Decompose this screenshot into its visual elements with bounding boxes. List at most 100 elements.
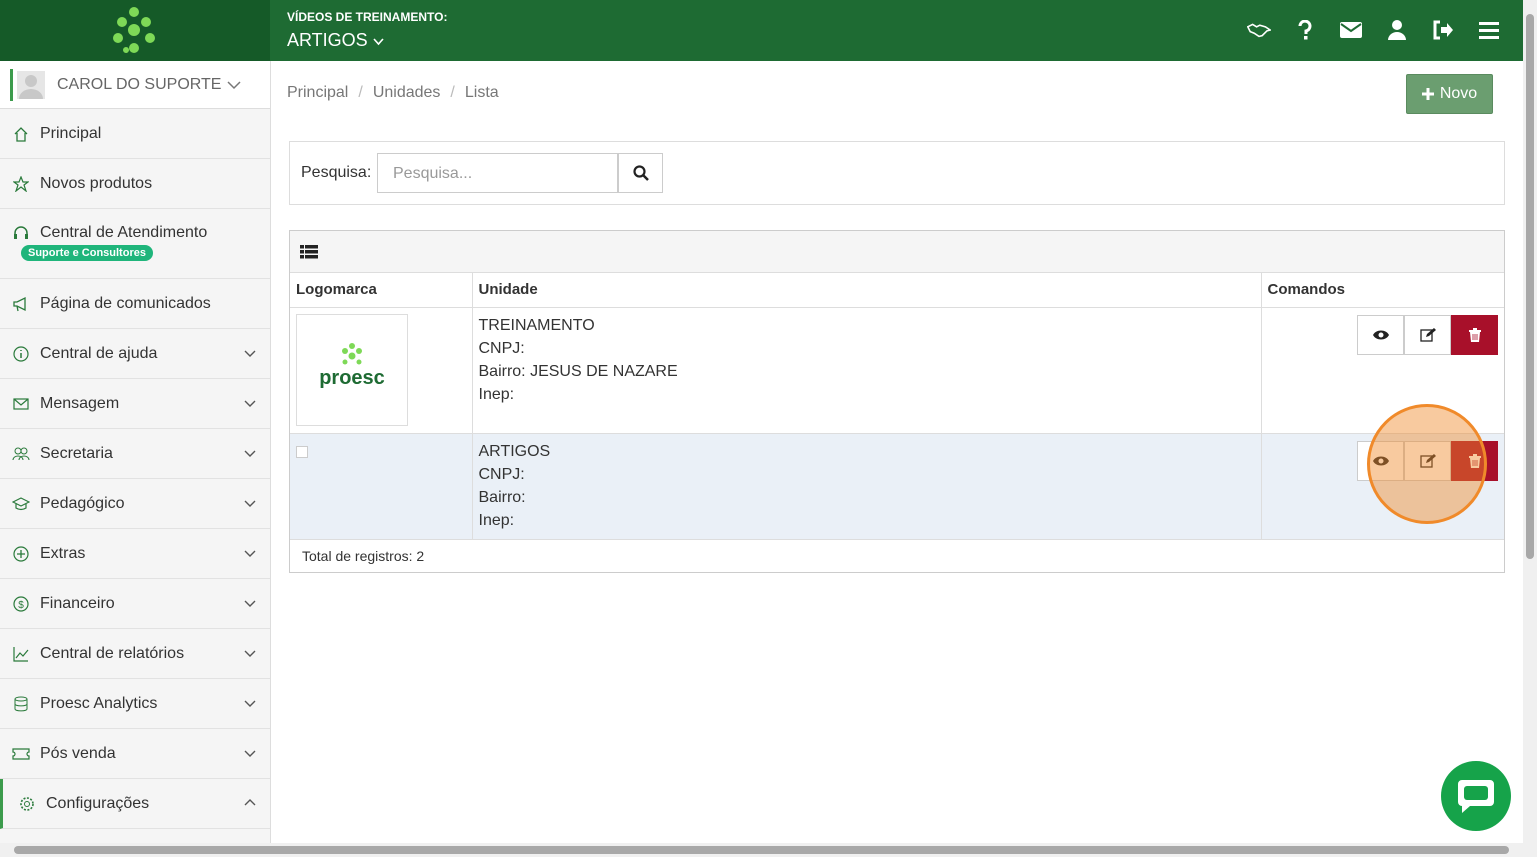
svg-text:proesc: proesc: [319, 367, 385, 389]
unit-selector[interactable]: ARTIGOS: [287, 30, 384, 51]
edit-button[interactable]: [1404, 314, 1451, 355]
headset-icon: [12, 224, 30, 242]
user-icon[interactable]: [1385, 16, 1409, 44]
sidebar-item-label: Central de Atendimento: [40, 224, 208, 241]
chat-icon: [1458, 780, 1494, 813]
plus-circle-icon: [12, 545, 30, 563]
new-button[interactable]: Novo: [1406, 74, 1493, 114]
sidebar-item-extras[interactable]: Extras: [0, 529, 270, 579]
sidebar-item-principal[interactable]: Principal: [0, 109, 270, 159]
broken-image-icon: [296, 445, 308, 458]
delete-button[interactable]: [1451, 314, 1498, 355]
sidebar-item-label: Financeiro: [40, 594, 115, 612]
sidebar-item-label: Mensagem: [40, 394, 120, 412]
breadcrumb-principal[interactable]: Principal: [287, 84, 348, 102]
sidebar-item-secretaria[interactable]: Secretaria: [0, 429, 270, 479]
dollar-icon: $: [12, 595, 30, 613]
search-button[interactable]: [618, 153, 663, 193]
trash-icon: [1468, 327, 1481, 342]
handshake-icon[interactable]: [1247, 16, 1271, 44]
unit-cell: ARTIGOS CNPJ: Bairro: Inep:: [472, 433, 1262, 540]
sidebar-item-pos-venda[interactable]: Pós venda: [0, 729, 270, 779]
help-icon[interactable]: [1293, 16, 1317, 44]
sidebar-item-configuracoes[interactable]: Configurações: [0, 779, 270, 829]
breadcrumb-separator: /: [358, 84, 363, 101]
unit-inep: Inep:: [478, 511, 515, 529]
sidebar-item-analytics[interactable]: Proesc Analytics: [0, 679, 270, 729]
proesc-logo-icon[interactable]: [108, 6, 160, 56]
user-name: CAROL DO SUPORTE: [57, 75, 222, 93]
chevron-down-icon: [244, 700, 256, 707]
sidebar-item-label: Extras: [40, 544, 86, 562]
sidebar-item-comunicados[interactable]: Página de comunicados: [0, 279, 270, 329]
user-menu[interactable]: CAROL DO SUPORTE: [0, 61, 270, 109]
column-header: Comandos: [1261, 273, 1504, 308]
sidebar-item-relatorios[interactable]: Central de relatórios: [0, 629, 270, 679]
sidebar-item-label: Pós venda: [40, 744, 116, 762]
unit-bairro: Bairro:: [478, 488, 526, 506]
column-header: Unidade: [472, 273, 1262, 308]
sidebar-item-label: Central de ajuda: [40, 344, 158, 362]
people-icon: [12, 445, 30, 463]
breadcrumb-unidades[interactable]: Unidades: [373, 84, 441, 102]
breadcrumb-separator: /: [450, 84, 455, 101]
logo-cell: [290, 433, 473, 540]
top-bar: VÍDEOS DE TREINAMENTO: ARTIGOS: [0, 0, 1523, 61]
sidebar-item-label: Novos produtos: [40, 174, 153, 192]
list-header: [290, 231, 1504, 273]
svg-text:$: $: [18, 600, 24, 611]
sidebar-item-label: Proesc Analytics: [40, 694, 158, 712]
support-badge: Suporte e Consultores: [21, 245, 153, 261]
unit-name: TREINAMENTO: [478, 316, 595, 334]
sidebar-item-novos-produtos[interactable]: Novos produtos: [0, 159, 270, 209]
logout-icon[interactable]: [1431, 16, 1455, 44]
sidebar-item-label: Secretaria: [40, 444, 113, 462]
unit-cnpj: CNPJ:: [478, 465, 525, 483]
mail-icon[interactable]: [1339, 16, 1363, 44]
unit-cell: TREINAMENTO CNPJ: Bairro: JESUS DE NAZAR…: [472, 307, 1262, 434]
menu-icon[interactable]: [1477, 16, 1501, 44]
sidebar-item-label: Configurações: [46, 794, 150, 812]
column-header: Logomarca: [290, 273, 473, 308]
units-table: Logomarca Unidade Comandos proesc TREINA…: [290, 273, 1504, 540]
logo-area[interactable]: [0, 0, 270, 61]
table-row: proesc TREINAMENTO CNPJ: Bairro: JESUS D…: [290, 307, 1504, 434]
chat-button[interactable]: [1441, 761, 1511, 831]
search-icon: [632, 165, 649, 181]
megaphone-icon: [12, 295, 30, 313]
sidebar-item-central-ajuda[interactable]: Central de ajuda: [0, 329, 270, 379]
star-icon: [12, 175, 30, 193]
vertical-scrollbar[interactable]: [1523, 0, 1537, 843]
chevron-down-icon: [373, 38, 384, 46]
ticket-icon: [12, 745, 30, 763]
chevron-down-icon: [244, 400, 256, 407]
home-icon: [12, 125, 30, 143]
proesc-logo-icon: proesc: [319, 342, 385, 389]
sidebar-item-mensagem[interactable]: Mensagem: [0, 379, 270, 429]
database-icon: [12, 695, 30, 713]
sidebar: CAROL DO SUPORTE Principal Novos produto…: [0, 61, 271, 843]
gear-icon: [18, 795, 36, 813]
search-panel: Pesquisa: Pesquisa...: [289, 141, 1505, 205]
unit-inep: Inep:: [478, 385, 515, 403]
scrollbar-thumb[interactable]: [1526, 14, 1534, 559]
chevron-down-icon: [244, 450, 256, 457]
horizontal-scrollbar[interactable]: [0, 843, 1537, 857]
sidebar-item-financeiro[interactable]: $ Financeiro: [0, 579, 270, 629]
user-accent-bar: [10, 68, 13, 101]
unit-logo: proesc: [296, 313, 408, 426]
sidebar-item-central-atendimento[interactable]: Central de Atendimento Suporte e Consult…: [0, 209, 270, 279]
header-subtitle: VÍDEOS DE TREINAMENTO:: [287, 10, 448, 24]
scrollbar-thumb[interactable]: [14, 846, 1509, 854]
chevron-down-icon: [244, 750, 256, 757]
sidebar-item-pedagogico[interactable]: Pedagógico: [0, 479, 270, 529]
breadcrumb: Principal / Unidades / Lista: [287, 84, 499, 102]
graduation-icon: [12, 495, 30, 513]
sidebar-item-label: Página de comunicados: [40, 294, 211, 312]
view-button[interactable]: [1357, 314, 1404, 355]
chevron-down-icon: [244, 500, 256, 507]
search-input[interactable]: Pesquisa...: [377, 153, 618, 193]
envelope-icon: [12, 395, 30, 413]
sidebar-item-label: Principal: [40, 124, 102, 142]
edit-icon: [1419, 327, 1436, 342]
